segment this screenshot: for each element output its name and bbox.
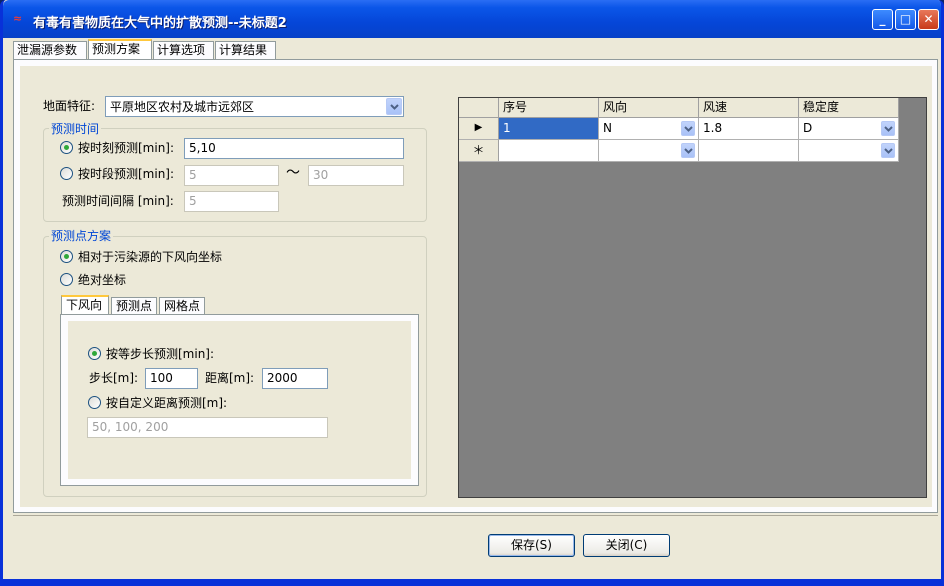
tab-prediction-plan[interactable]: 预测方案 (88, 39, 152, 60)
chevron-down-icon[interactable] (881, 121, 895, 136)
time-by-period-from-input[interactable]: 5 (184, 165, 279, 186)
prediction-time-title: 预测时间 (49, 122, 102, 136)
tab-calc-results[interactable]: 计算结果 (215, 41, 276, 60)
minimize-icon: _ (879, 12, 886, 26)
grid-header-wind-direction[interactable]: 风向 (599, 98, 699, 118)
chevron-down-icon[interactable] (386, 98, 402, 115)
relative-coord-label: 相对于污染源的下风向坐标 (78, 250, 223, 264)
custom-distance-label: 按自定义距离预测[m]: (106, 396, 228, 410)
prediction-point-title: 预测点方案 (49, 229, 114, 243)
tilde-separator: ～ (286, 165, 300, 181)
terrain-select[interactable]: 平原地区农村及城市远郊区 (105, 96, 404, 117)
time-by-period-label: 按时段预测[min]: (78, 167, 175, 181)
chevron-down-icon[interactable] (681, 121, 695, 136)
absolute-coord-label: 绝对坐标 (78, 273, 127, 287)
grid-cell-stability-new[interactable] (799, 140, 899, 162)
custom-distance-radio[interactable] (88, 396, 101, 409)
grid-cell-wind-speed-new[interactable] (699, 140, 799, 162)
distance-label: 距离[m]: (205, 371, 255, 385)
time-by-moment-label: 按时刻预测[min]: (78, 141, 175, 155)
grid-cell-stability-value: D (803, 121, 813, 135)
terrain-label: 地面特征: (43, 99, 96, 113)
time-interval-label: 预测时间间隔 [min]: (62, 194, 174, 208)
grid-cell-wind-direction-new[interactable] (599, 140, 699, 162)
grid-header-wind-speed[interactable]: 风速 (699, 98, 799, 118)
grid-cell-wind-direction-value: N (603, 121, 612, 135)
footer-separator (13, 515, 938, 516)
tab-leak-source[interactable]: 泄漏源参数 (13, 41, 87, 60)
time-by-period-to-input[interactable]: 30 (308, 165, 404, 186)
window-bottom-border (3, 579, 941, 583)
subtab-predict-points[interactable]: 预测点 (111, 297, 157, 315)
close-window-button[interactable]: ✕ (918, 9, 939, 30)
grid-header-stability[interactable]: 稳定度 (799, 98, 899, 118)
window-title: 有毒有害物质在大气中的扩散预测--未标题2 (33, 16, 287, 31)
app-logo-icon: ≈ (13, 12, 23, 25)
time-interval-input[interactable]: 5 (184, 191, 279, 212)
subtab-downwind[interactable]: 下风向 (61, 295, 109, 316)
chevron-down-icon[interactable] (681, 143, 695, 158)
step-predict-radio[interactable] (88, 347, 101, 360)
grid-cell-index-new[interactable] (499, 140, 599, 162)
weather-grid[interactable]: 序号 风向 风速 稳定度 ▶ 1 N 1.8 D ＊ (458, 97, 927, 498)
distance-input[interactable]: 2000 (262, 368, 328, 389)
app-window: ≈ 有毒有害物质在大气中的扩散预测--未标题2 _ □ ✕ 泄漏源参数 预测方案… (0, 0, 944, 586)
close-icon: ✕ (923, 12, 934, 26)
tab-calc-options[interactable]: 计算选项 (153, 41, 214, 60)
grid-cell-wind-speed[interactable]: 1.8 (699, 118, 799, 140)
grid-row-indicator[interactable]: ▶ (459, 118, 499, 140)
save-button[interactable]: 保存(S) (488, 534, 575, 557)
absolute-coord-radio[interactable] (60, 273, 73, 286)
step-label: 步长[m]: (89, 371, 139, 385)
time-by-period-radio[interactable] (60, 167, 73, 180)
minimize-button[interactable]: _ (872, 9, 893, 30)
step-input[interactable]: 100 (145, 368, 198, 389)
grid-cell-index[interactable]: 1 (499, 118, 599, 140)
step-predict-label: 按等步长预测[min]: (106, 347, 215, 361)
chevron-down-icon[interactable] (881, 143, 895, 158)
grid-corner-header (459, 98, 499, 118)
time-by-moment-input[interactable]: 5,10 (184, 138, 404, 159)
grid-cell-wind-direction[interactable]: N (599, 118, 699, 140)
grid-header-index[interactable]: 序号 (499, 98, 599, 118)
close-button[interactable]: 关闭(C) (583, 534, 670, 557)
title-bar[interactable]: ≈ 有毒有害物质在大气中的扩散预测--未标题2 _ □ ✕ (3, 0, 941, 38)
subtab-grid-points[interactable]: 网格点 (159, 297, 205, 315)
custom-distance-input[interactable]: 50, 100, 200 (87, 417, 328, 438)
maximize-icon: □ (899, 12, 912, 26)
relative-coord-radio[interactable] (60, 250, 73, 263)
maximize-button[interactable]: □ (895, 9, 916, 30)
grid-cell-stability[interactable]: D (799, 118, 899, 140)
grid-new-row-indicator[interactable]: ＊ (459, 140, 499, 162)
terrain-select-value: 平原地区农村及城市远郊区 (110, 100, 255, 114)
time-by-moment-radio[interactable] (60, 141, 73, 154)
